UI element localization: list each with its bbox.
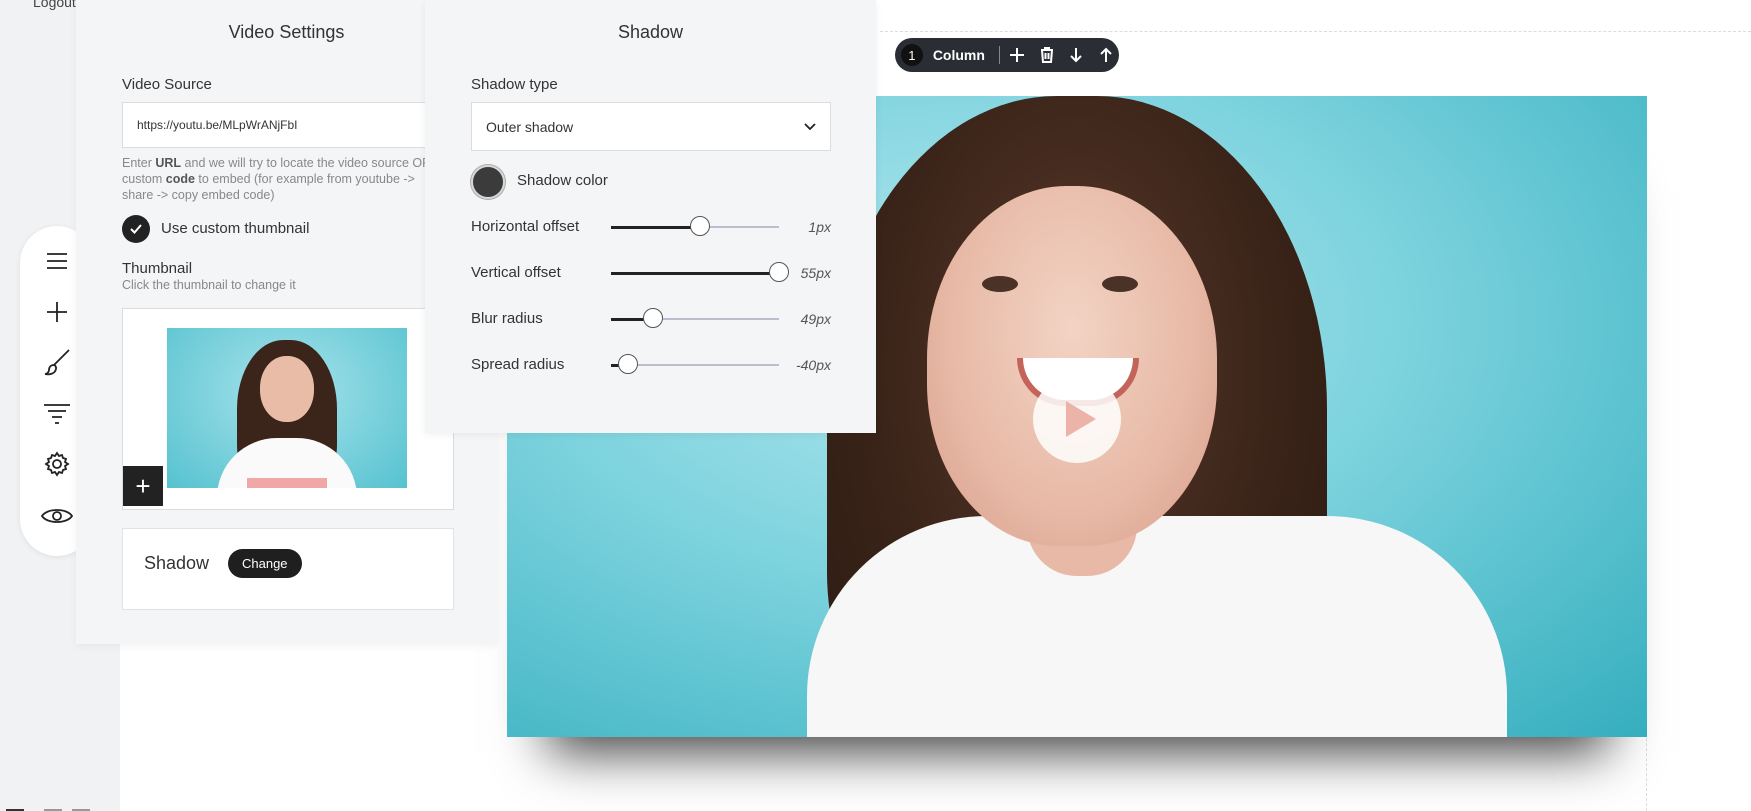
trash-icon[interactable] — [1034, 42, 1060, 68]
slider-value: 1px — [808, 219, 831, 235]
video-source-label: Video Source — [122, 76, 212, 93]
check-icon — [130, 224, 142, 234]
thumbnail-preview[interactable]: + — [122, 308, 454, 510]
shadow-panel-title: Shadow — [617, 22, 684, 42]
shadow-type-value: Outer shadow — [486, 118, 574, 135]
shadow-panel: Shadow Shadow type Outer shadow Shadow c… — [425, 0, 876, 433]
use-custom-thumbnail-label[interactable]: Use custom thumbnail — [161, 220, 309, 237]
slider-vertical-offset: Vertical offset 55px — [471, 258, 831, 288]
arrow-up-icon[interactable] — [1093, 42, 1119, 68]
slider-label: Blur radius — [471, 310, 543, 327]
play-button[interactable] — [1033, 375, 1121, 463]
slider-thumb[interactable] — [643, 308, 663, 328]
slider-track[interactable] — [611, 354, 779, 374]
photo-shirt — [807, 516, 1507, 737]
photo-eye-left — [982, 276, 1018, 292]
shadow-color-swatch[interactable] — [471, 165, 505, 199]
slider-thumb[interactable] — [690, 216, 711, 236]
slider-thumb[interactable] — [617, 354, 638, 374]
slider-spread-radius: Spread radius -40px — [471, 350, 831, 380]
slider-label: Spread radius — [471, 356, 565, 373]
video-source-help: Enter URL and we will try to locate the … — [122, 156, 432, 202]
shadow-card: Shadow Change — [122, 528, 454, 610]
slider-label: Horizontal offset — [471, 218, 580, 235]
slider-horizontal-offset: Horizontal offset 1px — [471, 212, 831, 242]
slider-value: -40px — [795, 357, 831, 373]
shadow-type-label: Shadow type — [471, 76, 558, 93]
shadow-color-label[interactable]: Shadow color — [517, 172, 608, 189]
column-toolbar: 1 Column — [895, 38, 1119, 72]
column-separator — [998, 46, 1000, 64]
thumbnail-subtitle: Click the thumbnail to change it — [122, 278, 296, 292]
eye-icon[interactable] — [37, 496, 77, 536]
chevron-down-icon — [804, 122, 816, 130]
slider-track[interactable] — [611, 216, 779, 236]
menu-icon[interactable] — [37, 241, 77, 281]
plus-icon[interactable] — [37, 292, 77, 332]
thumbnail-title: Thumbnail — [122, 260, 193, 277]
add-thumbnail-button[interactable]: + — [123, 466, 163, 506]
shadow-type-select[interactable]: Outer shadow — [471, 102, 831, 151]
guide-line-top — [880, 31, 1751, 32]
use-custom-thumbnail-checkbox[interactable] — [122, 215, 150, 243]
filter-icon[interactable] — [37, 393, 77, 433]
thumb-stripe — [247, 478, 327, 488]
photo-eye-right — [1102, 276, 1138, 292]
slider-track[interactable] — [611, 308, 779, 328]
arrow-down-icon[interactable] — [1063, 42, 1089, 68]
slider-thumb[interactable] — [769, 262, 789, 282]
slider-value: 49px — [800, 311, 831, 327]
gear-icon[interactable] — [37, 444, 77, 484]
slider-value: 55px — [800, 265, 831, 281]
plus-icon[interactable] — [1004, 42, 1030, 68]
slider-blur-radius: Blur radius 49px — [471, 304, 831, 334]
slider-track[interactable] — [611, 262, 789, 282]
shadow-card-label: Shadow — [144, 553, 210, 573]
logout-link[interactable]: Logout — [33, 0, 76, 10]
bottom-marks — [0, 807, 100, 811]
thumb-face — [260, 356, 314, 422]
slider-label: Vertical offset — [471, 264, 561, 281]
thumbnail-image[interactable] — [167, 328, 407, 488]
change-shadow-button[interactable]: Change — [228, 549, 302, 578]
column-label[interactable]: Column — [933, 47, 985, 63]
brush-icon[interactable] — [37, 342, 77, 382]
column-index: 1 — [901, 44, 923, 66]
